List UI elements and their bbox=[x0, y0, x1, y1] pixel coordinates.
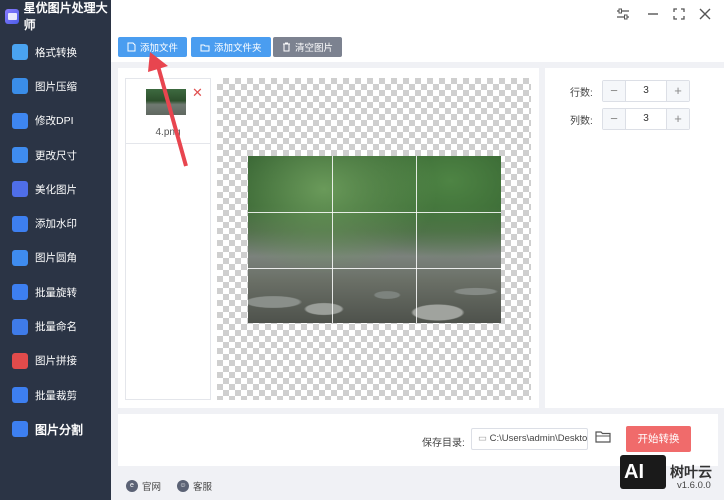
sidebar-item-7[interactable]: 图片圆角 bbox=[0, 241, 111, 275]
remove-file-icon[interactable]: ✕ bbox=[192, 85, 203, 101]
split-line-vertical bbox=[416, 156, 417, 323]
save-directory-label: 保存目录: bbox=[422, 438, 465, 449]
stitch-icon bbox=[12, 352, 28, 369]
format-convert-icon bbox=[12, 44, 28, 61]
crop-icon bbox=[12, 387, 28, 404]
rows-decrement-button[interactable]: − bbox=[603, 81, 625, 101]
sidebar-item-8[interactable]: 批量旋转 bbox=[0, 275, 111, 309]
headset-icon: ☺ bbox=[177, 480, 189, 492]
start-convert-button[interactable]: 开始转换 bbox=[626, 426, 691, 452]
file-name: 4.png bbox=[155, 127, 181, 138]
sidebar-item-label: 美化图片 bbox=[35, 183, 77, 196]
clear-images-label: 清空图片 bbox=[295, 43, 334, 54]
sidebar-item-label: 修改DPI bbox=[35, 115, 74, 128]
maximize-icon[interactable] bbox=[671, 7, 687, 23]
sidebar-item-9[interactable]: 批量命名 bbox=[0, 309, 111, 343]
clear-images-button[interactable]: 清空图片 bbox=[273, 37, 343, 57]
split-line-horizontal bbox=[248, 268, 501, 269]
watermark-icon bbox=[12, 215, 28, 232]
file-icon bbox=[127, 42, 136, 52]
sidebar-item-label: 图片压缩 bbox=[35, 80, 77, 93]
add-file-button[interactable]: 添加文件 bbox=[118, 37, 188, 57]
sidebar-item-5[interactable]: 美化图片 bbox=[0, 172, 111, 206]
support-label: 客服 bbox=[193, 482, 213, 493]
watermark-logo: AI bbox=[620, 455, 666, 489]
folder-icon bbox=[200, 44, 210, 51]
cols-stepper: − 3 + bbox=[602, 108, 690, 130]
resize-icon bbox=[12, 147, 28, 164]
support-link[interactable]: ☺ 客服 bbox=[177, 479, 212, 493]
sidebar-item-11[interactable]: 批量裁剪 bbox=[0, 378, 111, 412]
sidebar-item-1[interactable]: 格式转换 bbox=[0, 35, 111, 69]
rows-stepper: − 3 + bbox=[602, 80, 690, 102]
sidebar-item-10[interactable]: 图片拼接 bbox=[0, 344, 111, 378]
trash-icon bbox=[283, 42, 290, 52]
watermark: AI 树叶云 bbox=[620, 455, 712, 489]
cols-input[interactable]: 3 bbox=[625, 109, 667, 129]
sidebar-item-label: 图片拼接 bbox=[35, 355, 77, 368]
sidebar-item-label: 添加水印 bbox=[35, 218, 77, 231]
sidebar-item-label: 图片分割 bbox=[35, 422, 84, 437]
title-bar bbox=[111, 0, 724, 32]
cols-increment-button[interactable]: + bbox=[667, 109, 689, 129]
browse-folder-icon[interactable] bbox=[595, 430, 611, 446]
save-path-value: C:\Users\admin\Deskto bbox=[489, 433, 588, 444]
title-bar-blank-field bbox=[487, 4, 609, 28]
sidebar-item-12[interactable]: 图片分割 bbox=[0, 412, 111, 446]
watermark-text: 树叶云 bbox=[670, 464, 712, 480]
beautify-icon bbox=[12, 181, 28, 198]
sidebar-item-label: 更改尺寸 bbox=[35, 149, 77, 162]
rows-label: 行数: bbox=[570, 87, 593, 99]
cols-setting: 列数: − 3 + bbox=[570, 108, 690, 130]
split-line-vertical bbox=[332, 156, 333, 323]
settings-sliders-icon[interactable] bbox=[615, 7, 631, 23]
sidebar-item-3[interactable]: 修改DPI bbox=[0, 104, 111, 138]
preview-image bbox=[248, 156, 501, 323]
sidebar-item-4[interactable]: 更改尺寸 bbox=[0, 138, 111, 172]
river-rocks-texture bbox=[248, 253, 501, 323]
website-label: 官网 bbox=[142, 482, 162, 493]
folder-small-icon: ▭ bbox=[478, 433, 490, 444]
sidebar-item-label: 格式转换 bbox=[35, 46, 77, 59]
split-icon bbox=[12, 421, 28, 438]
toolbar: 添加文件 添加文件夹 清空图片 bbox=[111, 32, 724, 62]
cols-label: 列数: bbox=[570, 115, 593, 127]
sidebar-item-label: 批量裁剪 bbox=[35, 389, 77, 402]
save-path-field[interactable]: ▭ C:\Users\admin\Deskto bbox=[471, 428, 588, 450]
app-title: 星优图片处理大师 bbox=[23, 1, 108, 32]
rows-input[interactable]: 3 bbox=[625, 81, 667, 101]
rename-icon bbox=[12, 318, 28, 335]
add-file-label: 添加文件 bbox=[140, 43, 179, 54]
close-icon[interactable] bbox=[697, 7, 713, 23]
sidebar-item-label: 批量旋转 bbox=[35, 286, 77, 299]
website-link[interactable]: e 官网 bbox=[126, 479, 161, 493]
rows-increment-button[interactable]: + bbox=[667, 81, 689, 101]
minimize-icon[interactable] bbox=[645, 7, 661, 23]
sidebar: 星优图片处理大师 格式转换图片压缩修改DPI 更改尺寸美化图片添加水印图片圆角批量… bbox=[0, 0, 111, 500]
divider bbox=[126, 143, 210, 144]
add-folder-button[interactable]: 添加文件夹 bbox=[191, 37, 271, 57]
globe-icon: e bbox=[126, 480, 138, 492]
app-logo: 星优图片处理大师 bbox=[0, 0, 111, 32]
split-line-horizontal bbox=[248, 212, 501, 213]
rotate-icon bbox=[12, 284, 28, 301]
settings-panel: 行数: − 3 + 列数: − 3 + bbox=[545, 68, 724, 408]
add-folder-label: 添加文件夹 bbox=[214, 43, 262, 54]
sidebar-item-label: 批量命名 bbox=[35, 321, 77, 334]
image-thumbnail[interactable] bbox=[146, 89, 186, 115]
sidebar-item-label: 图片圆角 bbox=[35, 252, 77, 265]
app-logo-icon bbox=[5, 8, 19, 24]
preview-canvas bbox=[217, 78, 531, 400]
sidebar-item-2[interactable]: 图片压缩 bbox=[0, 69, 111, 103]
sidebar-nav: 格式转换图片压缩修改DPI 更改尺寸美化图片添加水印图片圆角批量旋转批量命名图片拼… bbox=[0, 35, 111, 447]
file-list-panel: ✕ 4.png bbox=[125, 78, 211, 400]
dpi-icon bbox=[12, 112, 28, 129]
sidebar-item-6[interactable]: 添加水印 bbox=[0, 206, 111, 240]
rounded-corner-icon bbox=[12, 249, 28, 266]
compress-icon bbox=[12, 78, 28, 95]
rows-setting: 行数: − 3 + bbox=[570, 80, 690, 102]
cols-decrement-button[interactable]: − bbox=[603, 109, 625, 129]
